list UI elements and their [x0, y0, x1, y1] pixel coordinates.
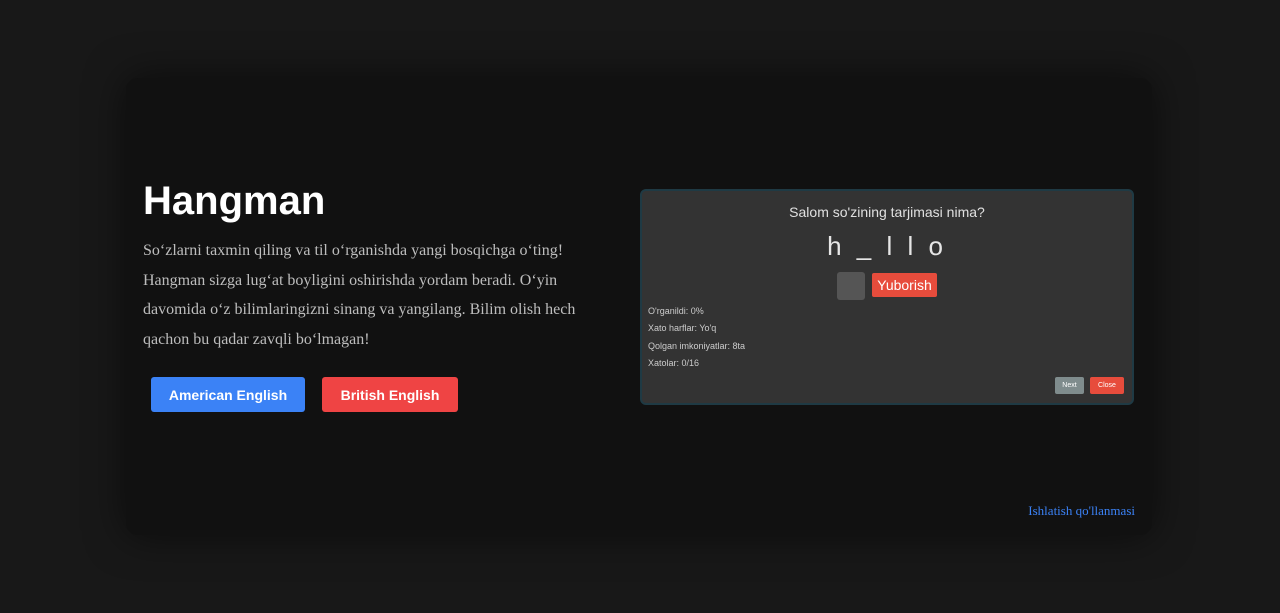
question-text: Salom so'zining tarjimasi nima? — [789, 204, 985, 220]
word-display: h _ l l o — [827, 231, 947, 261]
mistakes-stat: Xatolar: 0/16 — [648, 358, 700, 368]
game-preview-panel: Salom so'zining tarjimasi nima? h _ l l … — [640, 189, 1134, 405]
british-english-button[interactable]: British English — [322, 377, 458, 412]
page-title: Hangman — [143, 179, 326, 223]
submit-button[interactable]: Yuborish — [872, 273, 937, 297]
close-button[interactable]: Close — [1090, 377, 1124, 394]
wrong-letters-stat: Xato harflar: Yo'q — [648, 323, 717, 333]
remaining-chances-stat: Qolgan imkoniyatlar: 8ta — [648, 341, 746, 351]
page-description: So‘zlarni taxmin qiling va til o‘rganish… — [143, 242, 576, 348]
american-english-button[interactable]: American English — [151, 377, 305, 412]
main-card: Hangman So‘zlarni taxmin qiling va til o… — [126, 78, 1152, 535]
usage-guide-link[interactable]: Ishlatish qo'llanmasi — [1028, 503, 1135, 519]
learned-stat: O'rganildi: 0% — [648, 306, 704, 316]
next-button[interactable]: Next — [1055, 377, 1084, 394]
letter-input[interactable] — [837, 272, 865, 300]
